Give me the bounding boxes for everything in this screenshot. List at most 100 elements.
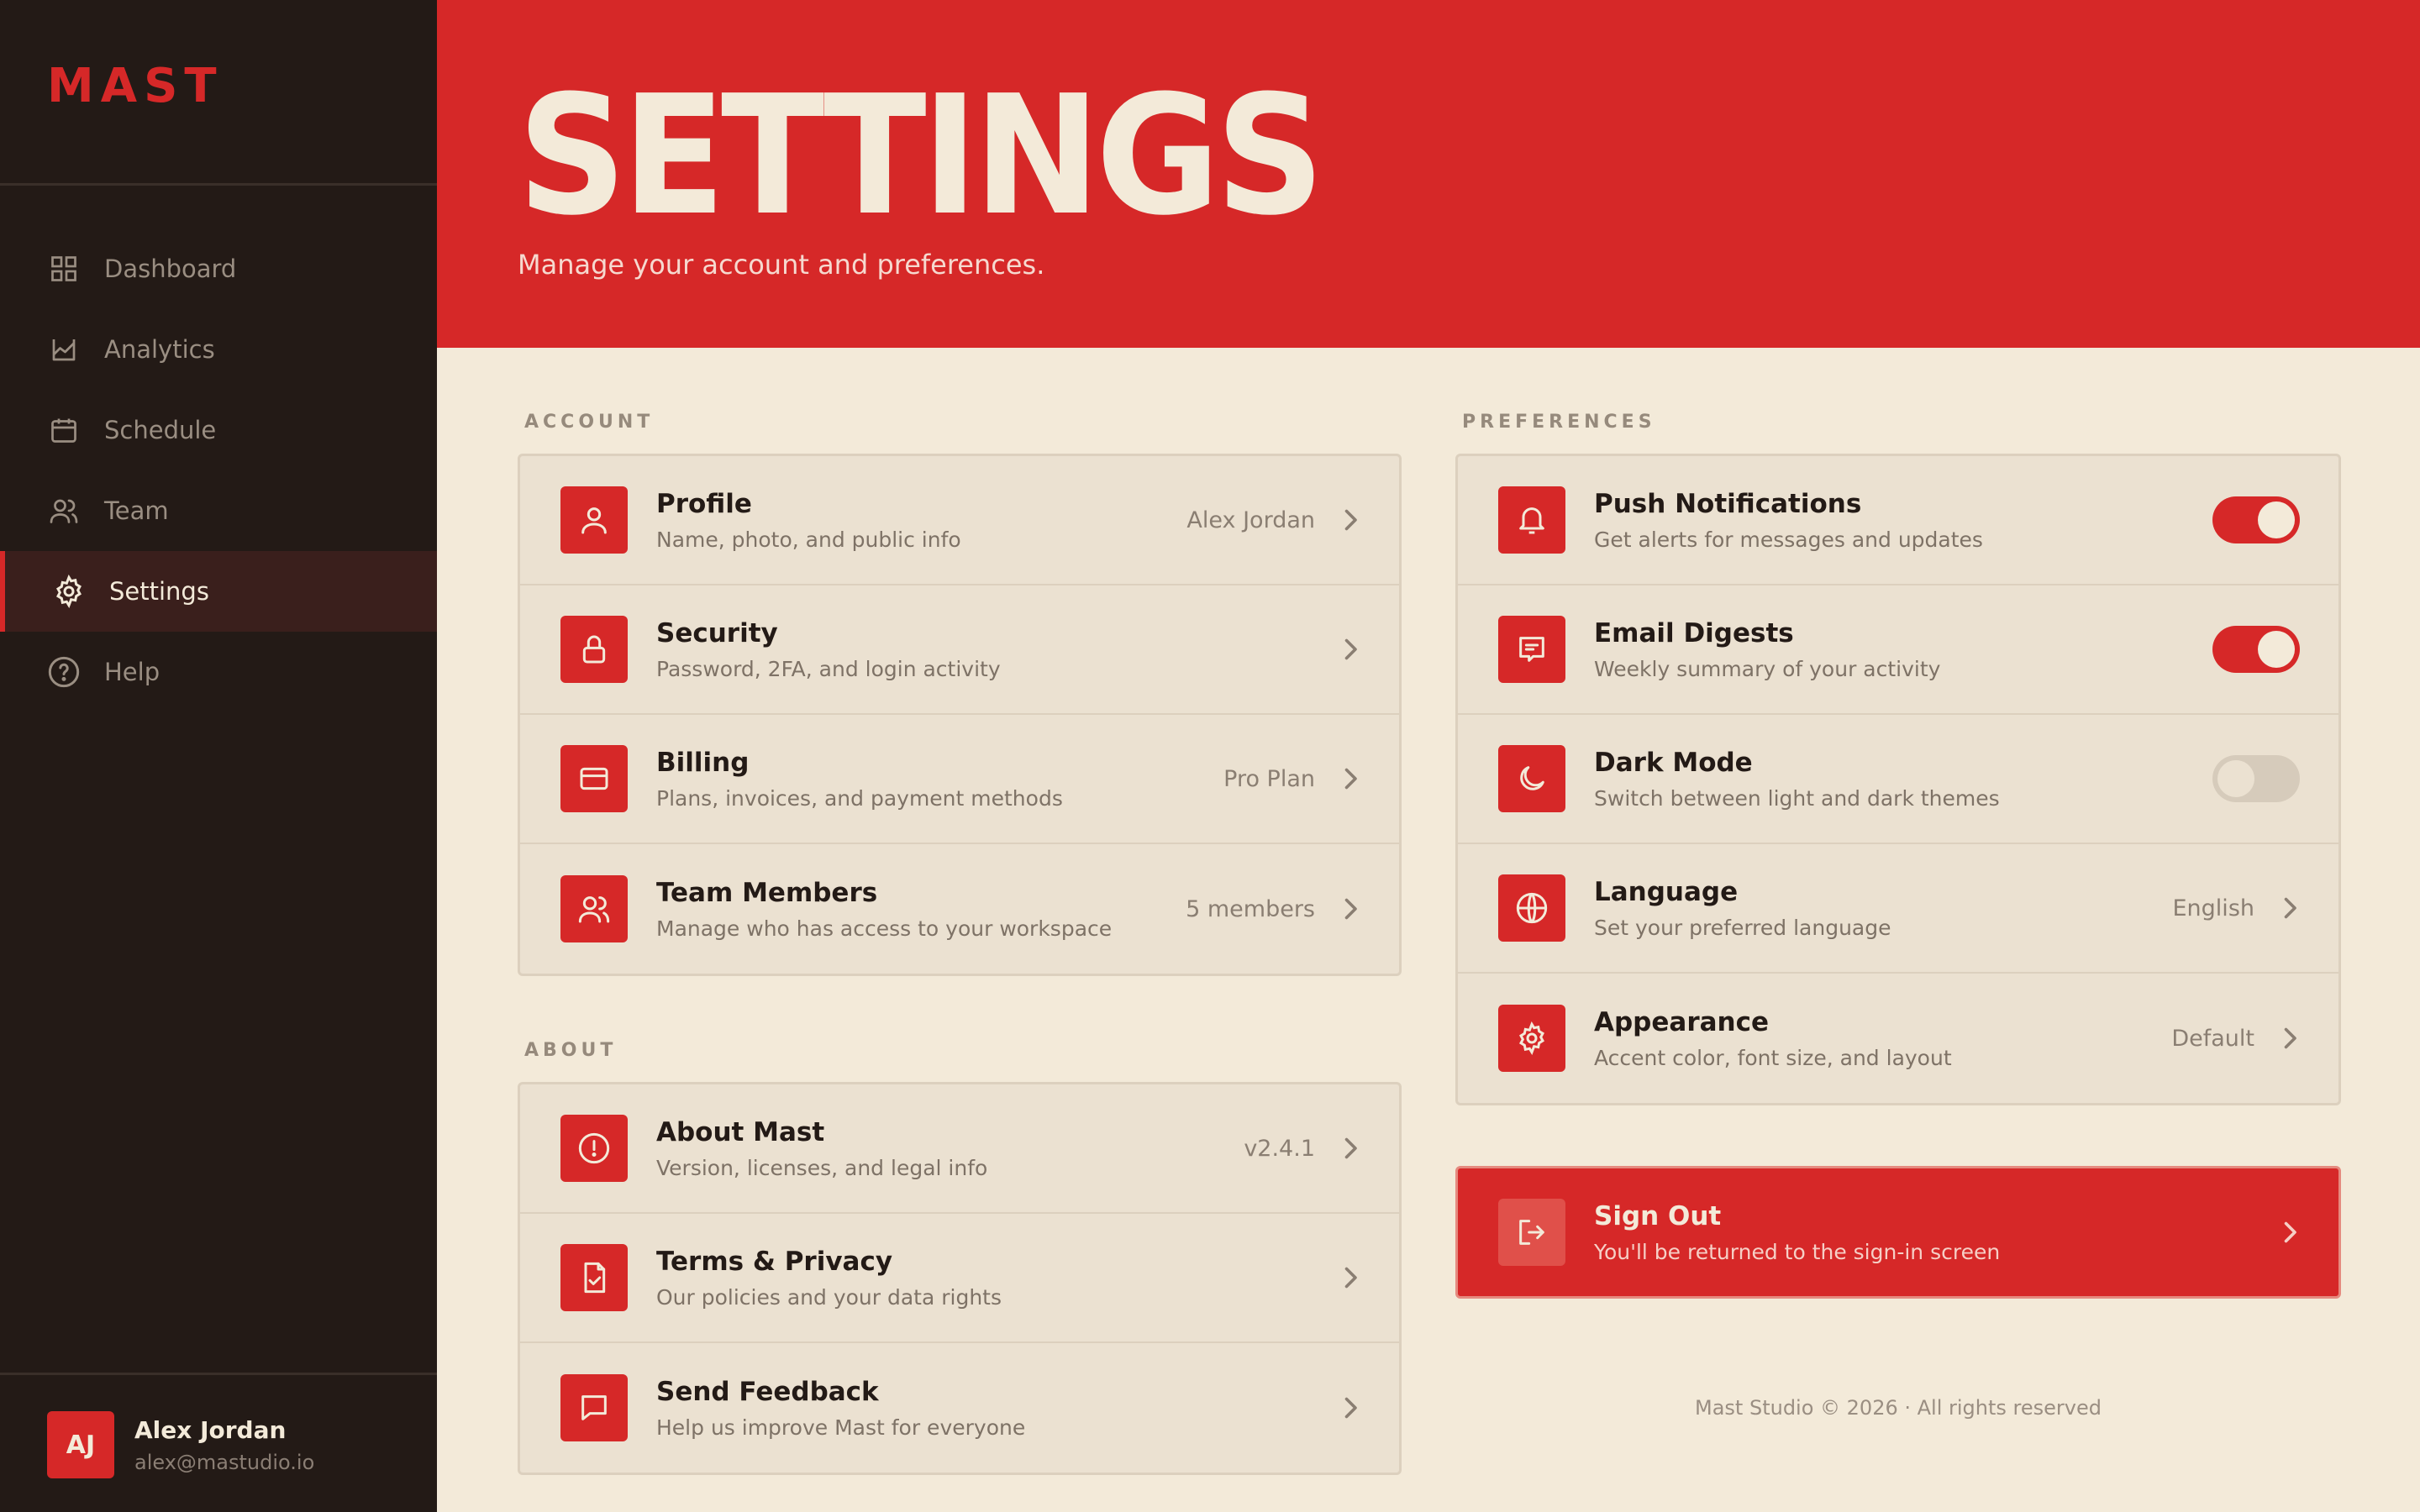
sidebar-item-team[interactable]: Team: [0, 470, 437, 551]
row-title: Profile: [656, 488, 752, 519]
chevron-right-icon: [2284, 1027, 2296, 1049]
row-title: Dark Mode: [1594, 747, 1753, 778]
chevron-right-icon: [1344, 509, 1357, 531]
row-title: Terms & Privacy: [656, 1246, 893, 1277]
chart-icon: [45, 331, 82, 368]
row-title: Send Feedback: [656, 1376, 879, 1407]
row-subtitle: Name, photo, and public info: [656, 527, 961, 552]
bell-icon: [1498, 486, 1565, 554]
document-check-icon: [560, 1244, 628, 1311]
settings-row-push-notifications: Push Notifications Get alerts for messag…: [1458, 456, 2338, 585]
moon-icon: [1498, 745, 1565, 812]
row-subtitle: Our policies and your data rights: [656, 1284, 1002, 1310]
row-subtitle: Manage who has access to your workspace: [656, 916, 1113, 941]
sign-out-title: Sign Out: [1594, 1200, 1722, 1231]
page-title: SETTINGS: [518, 60, 1324, 252]
sign-out-button[interactable]: Sign Out You'll be returned to the sign-…: [1455, 1166, 2341, 1299]
account-card: Profile Name, photo, and public info Ale…: [518, 454, 1402, 976]
section-label-about: ABOUT: [524, 1040, 618, 1061]
sidebar-item-dashboard[interactable]: Dashboard: [0, 228, 437, 309]
calendar-icon: [45, 412, 82, 449]
sidebar-item-label: Analytics: [104, 335, 215, 364]
settings-row-billing[interactable]: Billing Plans, invoices, and payment met…: [520, 715, 1399, 844]
chevron-right-icon: [1344, 1267, 1357, 1289]
row-title: Team Members: [656, 877, 878, 908]
row-value: v2.4.1: [1244, 1135, 1315, 1162]
sidebar-divider: [0, 183, 437, 186]
sidebar-item-analytics[interactable]: Analytics: [0, 309, 437, 390]
users-icon: [560, 875, 628, 942]
chevron-right-icon: [2284, 1221, 2296, 1243]
settings-row-appearance[interactable]: Appearance Accent color, font size, and …: [1458, 974, 2338, 1103]
sidebar-item-label: Dashboard: [104, 255, 237, 283]
user-email: alex@mastudio.io: [134, 1450, 315, 1474]
app-logo[interactable]: MAST: [47, 59, 224, 113]
page-subtitle: Manage your account and preferences.: [518, 249, 1045, 281]
globe-icon: [1498, 874, 1565, 942]
user-profile[interactable]: AJ Alex Jordan alex@mastudio.io: [47, 1411, 314, 1478]
user-icon: [560, 486, 628, 554]
preferences-card: Push Notifications Get alerts for messag…: [1455, 454, 2341, 1105]
row-subtitle: Accent color, font size, and layout: [1594, 1045, 1952, 1070]
email-digests-toggle[interactable]: [2212, 626, 2300, 673]
user-name: Alex Jordan: [134, 1415, 287, 1444]
settings-row-team-members[interactable]: Team Members Manage who has access to yo…: [520, 844, 1399, 974]
settings-row-terms-privacy[interactable]: Terms & Privacy Our policies and your da…: [520, 1214, 1399, 1343]
row-value: 5 members: [1186, 895, 1315, 922]
credit-card-icon: [560, 745, 628, 812]
sidebar-item-label: Schedule: [104, 416, 217, 444]
row-subtitle: Plans, invoices, and payment methods: [656, 785, 1063, 811]
palette-icon: [1498, 1005, 1565, 1072]
row-subtitle: Version, licenses, and legal info: [656, 1155, 988, 1180]
row-title: Appearance: [1594, 1006, 1769, 1037]
settings-row-language[interactable]: Language Set your preferred language Eng…: [1458, 844, 2338, 974]
about-card: About Mast Version, licenses, and legal …: [518, 1082, 1402, 1475]
row-subtitle: Set your preferred language: [1594, 915, 1891, 940]
row-value: Alex Jordan: [1186, 507, 1315, 533]
dark-mode-toggle[interactable]: [2212, 755, 2300, 802]
row-value: Default: [2171, 1025, 2254, 1052]
chevron-right-icon: [1344, 768, 1357, 790]
message-icon: [560, 1374, 628, 1441]
help-icon: [45, 654, 82, 690]
sign-out-subtitle: You'll be returned to the sign-in screen: [1594, 1239, 2001, 1264]
chevron-right-icon: [1344, 1397, 1357, 1419]
push-notifications-toggle[interactable]: [2212, 496, 2300, 543]
sidebar-item-label: Team: [104, 496, 169, 525]
lock-icon: [560, 616, 628, 683]
sidebar-item-settings[interactable]: Settings: [0, 551, 437, 632]
chevron-right-icon: [1344, 638, 1357, 660]
grid-icon: [45, 250, 82, 287]
row-title: Language: [1594, 876, 1739, 907]
chevron-right-icon: [2284, 897, 2296, 919]
digest-icon: [1498, 616, 1565, 683]
row-title: Billing: [656, 747, 750, 778]
row-subtitle: Help us improve Mast for everyone: [656, 1415, 1026, 1440]
footer-text: Mast Studio © 2026 · All rights reserved: [1695, 1396, 2102, 1420]
settings-row-dark-mode: Dark Mode Switch between light and dark …: [1458, 715, 2338, 844]
settings-row-send-feedback[interactable]: Send Feedback Help us improve Mast for e…: [520, 1343, 1399, 1473]
row-subtitle: Get alerts for messages and updates: [1594, 527, 1983, 552]
gear-icon: [50, 573, 87, 610]
settings-row-profile[interactable]: Profile Name, photo, and public info Ale…: [520, 456, 1399, 585]
chevron-right-icon: [1344, 898, 1357, 920]
sign-out-icon: [1498, 1199, 1565, 1266]
sidebar: MAST Dashboard Analytics Schedule Team S…: [0, 0, 437, 1512]
row-value: English: [2172, 895, 2255, 921]
users-icon: [45, 492, 82, 529]
sidebar-nav: Dashboard Analytics Schedule Team Settin…: [0, 228, 437, 712]
row-title: About Mast: [656, 1116, 825, 1147]
row-title: Push Notifications: [1594, 488, 1862, 519]
info-icon: [560, 1115, 628, 1182]
settings-row-about-mast[interactable]: About Mast Version, licenses, and legal …: [520, 1084, 1399, 1214]
row-subtitle: Weekly summary of your activity: [1594, 656, 1941, 681]
settings-row-security[interactable]: Security Password, 2FA, and login activi…: [520, 585, 1399, 715]
sidebar-item-label: Help: [104, 658, 160, 686]
row-value: Pro Plan: [1223, 765, 1315, 792]
sidebar-divider: [0, 1373, 437, 1375]
row-title: Email Digests: [1594, 617, 1794, 648]
sidebar-item-schedule[interactable]: Schedule: [0, 390, 437, 470]
sidebar-item-help[interactable]: Help: [0, 632, 437, 712]
section-label-preferences: PREFERENCES: [1462, 412, 1656, 433]
row-subtitle: Password, 2FA, and login activity: [656, 656, 1001, 681]
